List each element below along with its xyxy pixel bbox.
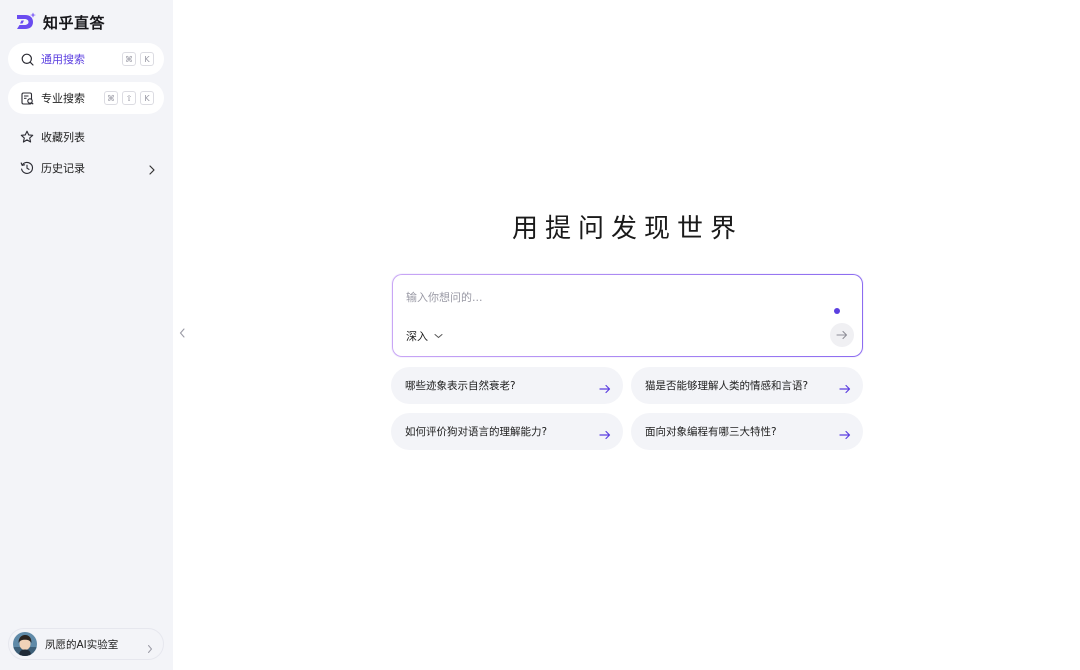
suggestion-chip[interactable]: 哪些迹象表示自然衰老?	[391, 367, 623, 404]
command-key: ⌘	[122, 52, 136, 66]
page-title: 用提问发现世界	[511, 214, 743, 244]
chevron-right-icon	[148, 161, 156, 180]
chevron-down-icon	[434, 333, 443, 339]
k-key: K	[140, 91, 154, 105]
suggestion-chip[interactable]: 猫是否能够理解人类的情感和言语?	[631, 367, 863, 404]
pro-search-shortcut: ⌘ ⇧ K	[104, 91, 154, 105]
k-key: K	[140, 52, 154, 66]
suggestion-text: 如何评价狗对语言的理解能力?	[405, 426, 548, 438]
arrow-right-icon	[599, 379, 611, 398]
status-dot-icon	[834, 308, 840, 314]
favorites-label: 收藏列表	[41, 131, 85, 144]
mode-selected-label: 深入	[406, 330, 428, 343]
brand[interactable]: 知乎直答	[15, 11, 105, 33]
favorites-button[interactable]: 收藏列表	[8, 125, 164, 149]
history-button[interactable]: 历史记录	[8, 156, 164, 180]
command-key: ⌘	[104, 91, 118, 105]
clock-icon	[20, 161, 34, 175]
star-icon	[20, 130, 34, 144]
pro-search-button[interactable]: 专业搜索 ⌘ ⇧ K	[8, 82, 164, 114]
shift-key: ⇧	[122, 91, 136, 105]
collapse-sidebar-icon[interactable]	[178, 325, 186, 339]
document-search-icon	[20, 91, 34, 105]
arrow-right-icon	[839, 425, 851, 444]
search-icon	[20, 52, 34, 66]
question-input[interactable]	[406, 289, 826, 305]
history-label: 历史记录	[41, 162, 85, 175]
general-search-label: 通用搜索	[41, 53, 85, 66]
arrow-right-icon	[836, 330, 848, 340]
general-search-shortcut: ⌘ K	[122, 52, 154, 66]
user-name: 夙愿的AI实验室	[45, 638, 119, 651]
chevron-right-icon	[147, 639, 153, 658]
suggestion-text: 面向对象编程有哪三大特性?	[645, 426, 777, 438]
arrow-right-icon	[839, 379, 851, 398]
pro-search-label: 专业搜索	[41, 92, 85, 105]
avatar	[13, 632, 37, 656]
general-search-button[interactable]: 通用搜索 ⌘ K	[8, 43, 164, 75]
brand-name: 知乎直答	[43, 13, 106, 32]
suggestion-chip[interactable]: 面向对象编程有哪三大特性?	[631, 413, 863, 450]
mode-dropdown[interactable]: 深入	[406, 328, 443, 344]
arrow-right-icon	[599, 425, 611, 444]
question-box: 深入	[392, 274, 863, 357]
send-button[interactable]	[830, 323, 854, 347]
zhida-logo-icon	[15, 12, 37, 32]
suggestion-text: 哪些迹象表示自然衰老?	[405, 380, 516, 392]
suggestion-chip[interactable]: 如何评价狗对语言的理解能力?	[391, 413, 623, 450]
sidebar: 知乎直答 通用搜索 ⌘ K 专业搜索 ⌘ ⇧ K 收藏列表 历史记录 夙愿的AI…	[0, 0, 173, 670]
user-profile-button[interactable]: 夙愿的AI实验室	[8, 628, 164, 660]
suggestion-text: 猫是否能够理解人类的情感和言语?	[645, 380, 809, 392]
